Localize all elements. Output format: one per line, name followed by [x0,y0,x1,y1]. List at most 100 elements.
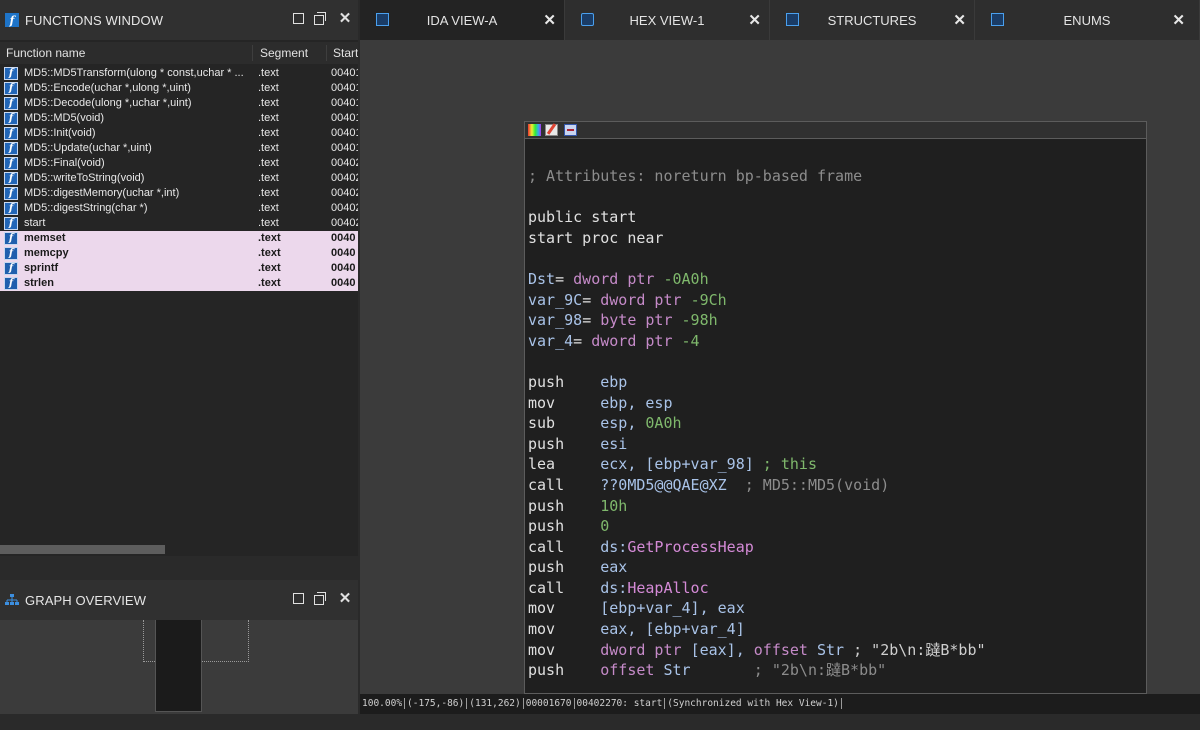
asm-line[interactable]: Dst= dword ptr -0A0h [528,269,986,290]
graph-overview-canvas[interactable] [0,620,358,716]
asm-line[interactable]: push esi [528,434,986,455]
function-segment: .text [258,67,279,79]
asm-line[interactable]: var_4= dword ptr -4 [528,331,986,352]
maximize-icon[interactable] [293,593,304,604]
column-start[interactable]: Start [333,46,358,60]
function-icon: f [4,187,18,200]
asm-line[interactable]: mov ebp, esp [528,393,986,414]
maximize-icon[interactable] [293,13,304,24]
color-palette-icon[interactable] [528,124,541,136]
tab-enums[interactable]: ENUMS ✕ [975,0,1200,40]
close-icon[interactable]: ✕ [748,11,761,29]
function-segment: .text [258,97,279,109]
tab-label: HEX VIEW-1 [629,13,705,28]
function-row[interactable]: f MD5::Update(uchar *,uint) .text 00401 [0,141,358,156]
asm-token: dword ptr [591,331,682,350]
asm-line[interactable]: public start [528,207,986,228]
function-row[interactable]: f MD5::Final(void) .text 00402 [0,156,358,171]
asm-line[interactable]: push 10h [528,496,986,517]
function-segment: .text [258,187,279,199]
close-icon[interactable]: ✕ [338,11,352,26]
asm-token: mov [528,393,601,412]
function-segment: .text [258,157,279,169]
restore-icon[interactable] [314,12,328,26]
asm-line[interactable]: call ds:HeapAlloc [528,578,986,599]
asm-token: public start [528,208,637,227]
asm-line[interactable]: var_98= byte ptr -98h [528,310,986,331]
column-function-name[interactable]: Function name [6,46,85,60]
functions-window-title: FUNCTIONS WINDOW [25,12,164,28]
graph-node-start[interactable]: ; Attributes: noreturn bp-based frame pu… [524,121,1147,694]
asm-line[interactable] [528,187,986,208]
graph-overview-titlebar[interactable]: GRAPH OVERVIEW ✕ [0,580,358,620]
asm-line[interactable]: var_9C= dword ptr -9Ch [528,290,986,311]
asm-token: = [582,311,601,330]
close-icon[interactable]: ✕ [1172,11,1185,29]
function-row[interactable]: f memset .text 0040 [0,231,358,246]
function-name: MD5::Decode(ulong *,uchar *,uint) [24,97,192,109]
close-icon[interactable]: ✕ [953,11,966,29]
function-name: memset [24,232,66,244]
function-row[interactable]: f MD5::digestMemory(uchar *,int) .text 0040… [0,186,358,201]
edit-node-icon[interactable] [545,124,558,136]
functions-window-titlebar[interactable]: f FUNCTIONS WINDOW ✕ [0,0,358,40]
horizontal-scrollbar[interactable] [0,545,165,554]
asm-line[interactable]: start proc near [528,228,986,249]
close-icon[interactable]: ✕ [543,11,556,29]
asm-token: mov [528,640,601,659]
close-icon[interactable]: ✕ [338,591,352,606]
asm-token: push [528,558,601,577]
asm-token: ; MD5::MD5(void) [726,475,890,494]
function-name: memcpy [24,247,69,259]
function-row[interactable]: f MD5::Decode(ulong *,uchar *,uint) .text 0… [0,96,358,111]
function-icon: f [4,127,18,140]
asm-token: = [582,290,601,309]
function-icon: f [4,67,18,80]
graph-overview-title: GRAPH OVERVIEW [25,592,147,608]
asm-line[interactable]: push ebp [528,372,986,393]
function-row[interactable]: f sprintf .text 0040 [0,261,358,276]
asm-token: [ebp+var_4], eax [600,599,745,618]
asm-line[interactable]: call ??0MD5@@QAE@XZ ; MD5::MD5(void) [528,475,986,496]
group-node-icon[interactable] [564,124,577,136]
asm-line[interactable]: call ds:GetProcessHeap [528,537,986,558]
function-name: sprintf [24,262,59,274]
function-row[interactable]: f MD5::Encode(uchar *,ulong *,uint) .text 0… [0,81,358,96]
asm-token: ds: [600,578,628,597]
asm-line[interactable]: lea ecx, [ebp+var_98] ; this [528,454,986,475]
asm-line[interactable]: mov dword ptr [eax], offset Str ; "2b\n:… [528,640,986,661]
function-icon: f [4,112,18,125]
asm-line[interactable] [528,351,986,372]
function-start: 0040 [331,262,356,274]
asm-line[interactable]: push offset Str ; "2b\n:躂B*bb" [528,660,986,681]
tab-hex-view-1[interactable]: HEX VIEW-1 ✕ [565,0,770,40]
asm-token: push [528,372,601,391]
function-icon: f [4,172,18,185]
ida-view-canvas[interactable]: ; Attributes: noreturn bp-based frame pu… [360,40,1200,694]
function-row[interactable]: f MD5::Init(void) .text 00401 [0,126,358,141]
asm-line[interactable]: push eax [528,557,986,578]
tab-ida-view-a[interactable]: IDA VIEW-A ✕ [360,0,565,40]
node-titlebar[interactable] [525,122,1146,139]
function-segment: .text [258,247,281,259]
function-row[interactable]: f MD5::digestString(char *) .text 00402 [0,201,358,216]
disassembly-listing[interactable]: ; Attributes: noreturn bp-based frame pu… [528,166,986,681]
function-row[interactable]: fstart .text 00402 [0,216,358,231]
restore-icon[interactable] [314,592,328,606]
asm-line[interactable] [528,248,986,269]
function-row[interactable]: f MD5::writeToString(void) .text 00402 [0,171,358,186]
asm-line[interactable]: sub esp, 0A0h [528,413,986,434]
function-name: MD5::Init(void) [24,127,96,139]
function-row[interactable]: f memcpy .text 0040 [0,246,358,261]
asm-token: ebp, esp [600,393,673,412]
function-row[interactable]: f MD5::MD5(void) .text 00401 [0,111,358,126]
asm-line[interactable]: push 0 [528,516,986,537]
tab-label: STRUCTURES [827,13,917,28]
column-segment[interactable]: Segment [260,46,308,60]
asm-line[interactable]: mov eax, [ebp+var_4] [528,619,986,640]
function-row[interactable]: f strlen .text 0040 [0,276,358,291]
tab-structures[interactable]: STRUCTURES ✕ [770,0,975,40]
function-row[interactable]: f MD5::MD5Transform(ulong * const,uchar *… [0,66,358,81]
asm-line[interactable]: mov [ebp+var_4], eax [528,598,986,619]
asm-line[interactable]: ; Attributes: noreturn bp-based frame [528,166,986,187]
